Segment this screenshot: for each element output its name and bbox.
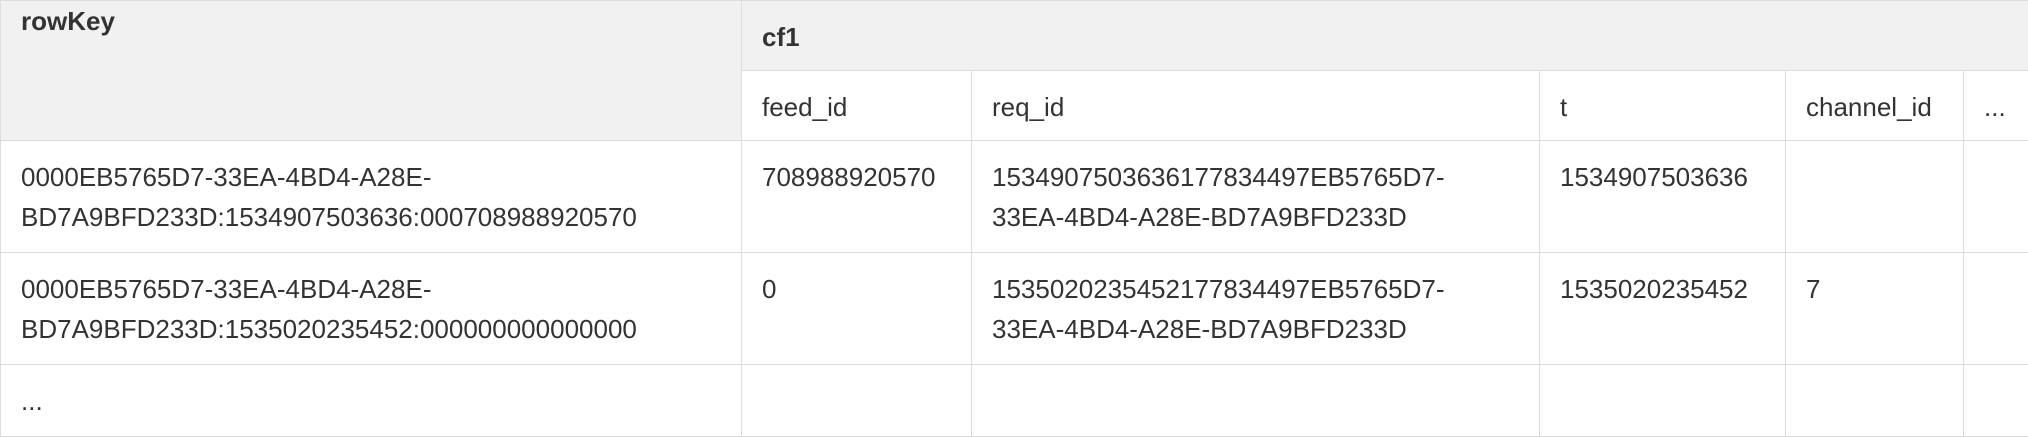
empty-cell	[1964, 365, 2028, 437]
header-row-family: rowKey cf1	[1, 1, 2028, 71]
rowkey-text-line: BD7A9BFD233D:1534907503636:0007089889205…	[21, 197, 721, 237]
column-family-header: cf1	[742, 1, 2028, 71]
channel-id-cell: 7	[1786, 253, 1964, 365]
rowkey-cell: 0000EB5765D7-33EA-4BD4-A28E- BD7A9BFD233…	[1, 253, 742, 365]
ellipsis-row: ...	[1, 365, 2028, 437]
req-id-text-line: 1534907503636177834497EB5765D7-	[992, 157, 1519, 197]
empty-cell	[1786, 365, 1964, 437]
column-header-feed-id: feed_id	[742, 71, 972, 141]
t-cell: 1535020235452	[1540, 253, 1786, 365]
rowkey-text-line: BD7A9BFD233D:1535020235452:0000000000000…	[21, 309, 721, 349]
ellipsis-cell: ...	[1, 365, 742, 437]
more-cell	[1964, 253, 2028, 365]
empty-cell	[972, 365, 1540, 437]
table-row: 0000EB5765D7-33EA-4BD4-A28E- BD7A9BFD233…	[1, 253, 2028, 365]
column-header-req-id: req_id	[972, 71, 1540, 141]
feed-id-cell: 708988920570	[742, 141, 972, 253]
column-header-t: t	[1540, 71, 1786, 141]
rowkey-cell: 0000EB5765D7-33EA-4BD4-A28E- BD7A9BFD233…	[1, 141, 742, 253]
req-id-cell: 1535020235452177834497EB5765D7- 33EA-4BD…	[972, 253, 1540, 365]
rowkey-header: rowKey	[1, 1, 742, 141]
req-id-text-line: 1535020235452177834497EB5765D7-	[992, 269, 1519, 309]
req-id-text-line: 33EA-4BD4-A28E-BD7A9BFD233D	[992, 309, 1519, 349]
more-cell	[1964, 141, 2028, 253]
rowkey-text-line: 0000EB5765D7-33EA-4BD4-A28E-	[21, 269, 721, 309]
feed-id-cell: 0	[742, 253, 972, 365]
req-id-text-line: 33EA-4BD4-A28E-BD7A9BFD233D	[992, 197, 1519, 237]
table-row: 0000EB5765D7-33EA-4BD4-A28E- BD7A9BFD233…	[1, 141, 2028, 253]
hbase-table: rowKey cf1 feed_id req_id t channel_id .…	[0, 0, 2028, 437]
empty-cell	[1540, 365, 1786, 437]
column-header-more: ...	[1964, 71, 2028, 141]
column-header-channel-id: channel_id	[1786, 71, 1964, 141]
rowkey-text-line: 0000EB5765D7-33EA-4BD4-A28E-	[21, 157, 721, 197]
t-cell: 1534907503636	[1540, 141, 1786, 253]
req-id-cell: 1534907503636177834497EB5765D7- 33EA-4BD…	[972, 141, 1540, 253]
empty-cell	[742, 365, 972, 437]
channel-id-cell	[1786, 141, 1964, 253]
